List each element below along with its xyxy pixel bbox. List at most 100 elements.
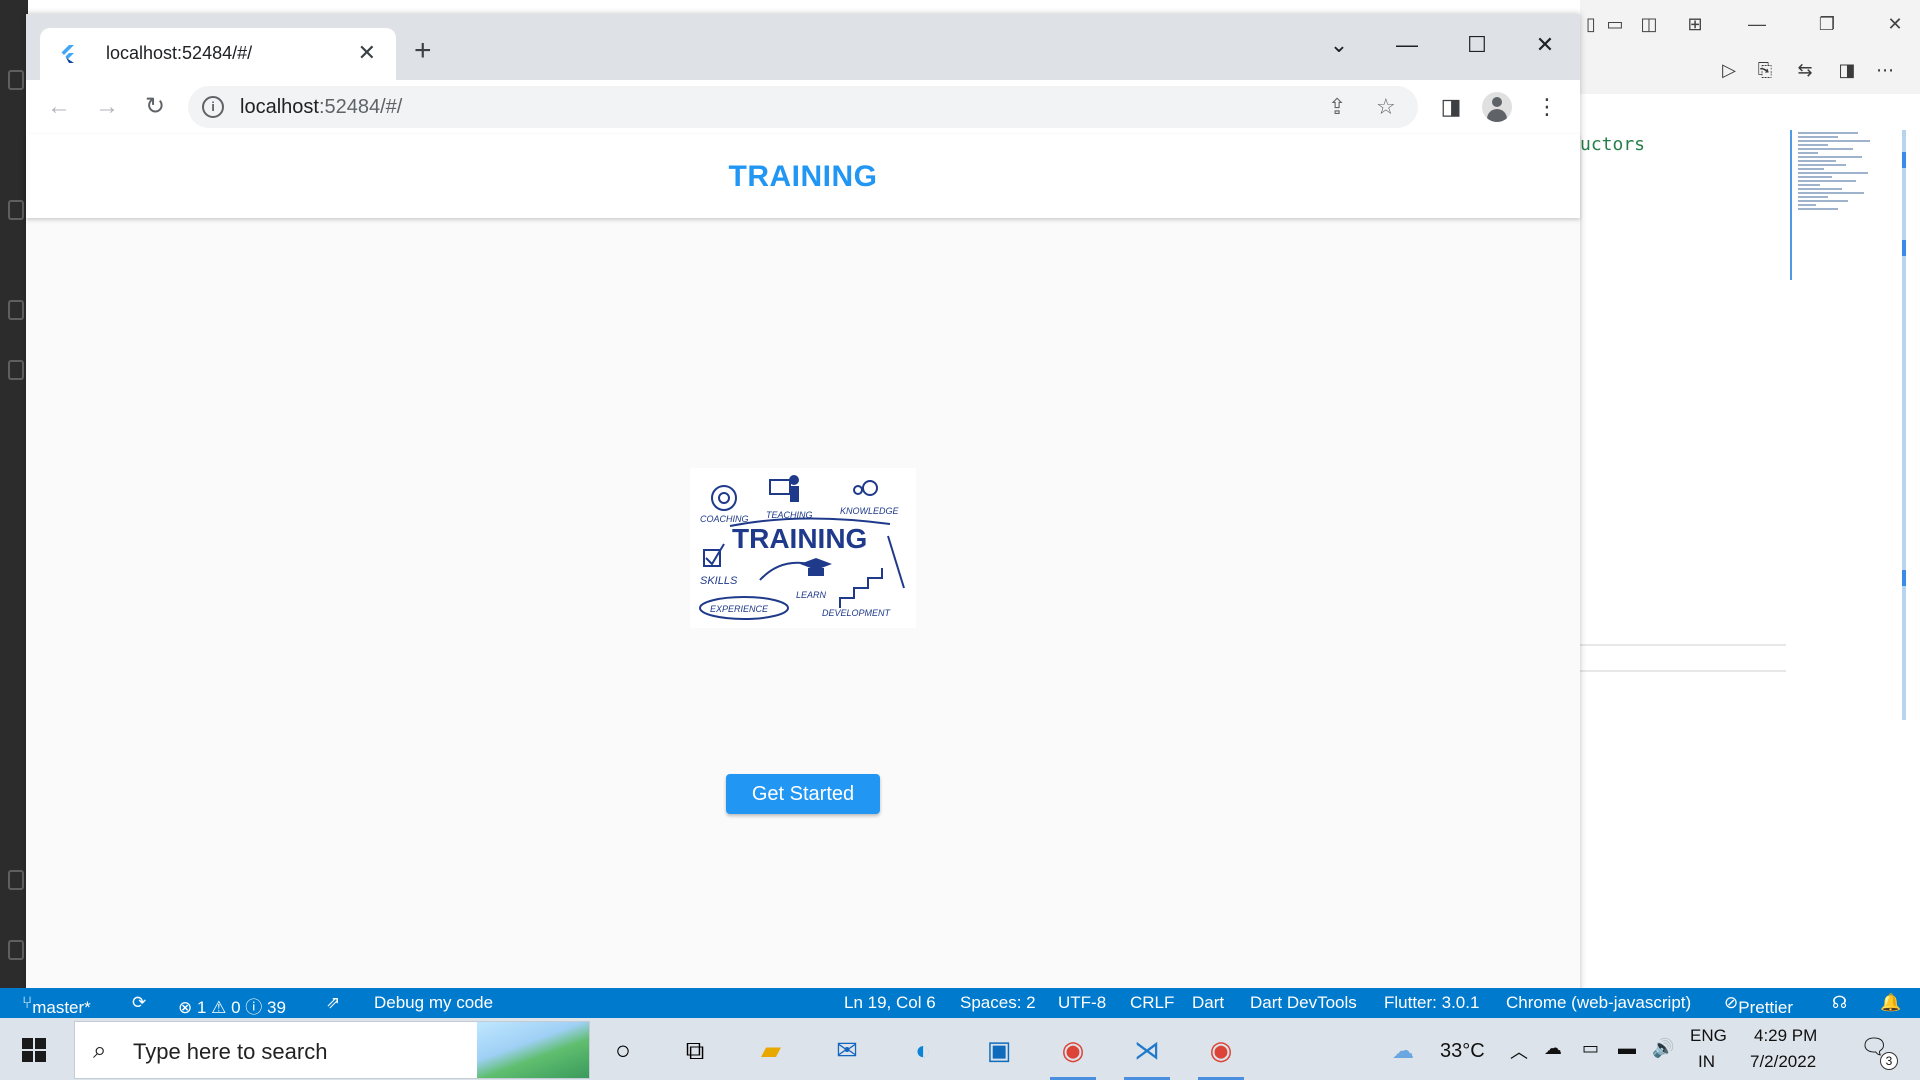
- chrome-icon[interactable]: ◉: [1198, 1028, 1244, 1080]
- mail-icon[interactable]: ✉: [824, 1028, 870, 1072]
- hero-title: TRAINING: [732, 523, 867, 554]
- knowledge-gear-icon: [862, 480, 878, 496]
- run-icon[interactable]: ▷: [1718, 58, 1740, 82]
- vscode-icon[interactable]: ⋊: [1124, 1028, 1170, 1080]
- branch-status[interactable]: ⑂ master*: [22, 993, 91, 1017]
- notification-count-badge: 3: [1880, 1052, 1898, 1070]
- close-icon[interactable]: ✕: [1528, 30, 1562, 60]
- dart-devtools[interactable]: Dart DevTools: [1250, 993, 1357, 1013]
- minimap[interactable]: [1790, 130, 1888, 280]
- address-bar[interactable]: i localhost:52484/#/ ⇪ ☆: [188, 86, 1418, 128]
- problems-status[interactable]: ⊗ 1 ⚠ 0 ⓘ 39: [178, 993, 286, 1018]
- weather-icon[interactable]: ☁: [1392, 1038, 1414, 1064]
- windows-taskbar: ⌕ Type here to search ○ ⧉ ▰ ✉ ◐ ▣ ◉ ⋊ ◉ …: [0, 1018, 1920, 1080]
- editor-scrollbar[interactable]: [1902, 130, 1906, 720]
- forward-button[interactable]: →: [92, 92, 122, 122]
- notifications-bell-icon[interactable]: 🔔: [1880, 993, 1901, 1013]
- site-info-icon[interactable]: i: [202, 96, 224, 118]
- flutter-version[interactable]: Flutter: 3.0.1: [1384, 993, 1479, 1013]
- clock-time[interactable]: 4:29 PM: [1754, 1026, 1817, 1046]
- edge-icon[interactable]: ◐: [900, 1028, 946, 1072]
- feedback-icon[interactable]: ☊: [1832, 993, 1847, 1013]
- new-tab-button[interactable]: +: [414, 36, 432, 66]
- weather-temp[interactable]: 33°C: [1440, 1040, 1485, 1063]
- onedrive-icon[interactable]: ☁: [1544, 1038, 1562, 1059]
- account-icon[interactable]: [8, 870, 24, 890]
- search-highlight-art: [477, 1022, 589, 1078]
- cortana-icon[interactable]: ○: [600, 1028, 646, 1072]
- split-editor-icon[interactable]: ◨: [1836, 58, 1858, 82]
- maximize-icon[interactable]: ☐: [1460, 30, 1494, 60]
- minimize-icon[interactable]: —: [1390, 30, 1424, 60]
- settings-gear-icon[interactable]: [8, 940, 24, 960]
- tab-close-icon[interactable]: ✕: [358, 40, 376, 66]
- chrome-dev-icon[interactable]: ◉: [1050, 1028, 1096, 1080]
- back-button[interactable]: ←: [44, 92, 74, 122]
- task-view-icon[interactable]: ⧉: [672, 1028, 718, 1072]
- restore-icon[interactable]: ❐: [1816, 13, 1838, 35]
- bookmark-star-icon[interactable]: ☆: [1376, 94, 1396, 120]
- flutter-icon: [61, 45, 74, 63]
- branch-name: master*: [32, 998, 91, 1017]
- share-icon[interactable]: ⇪: [1328, 94, 1346, 120]
- divider: [1580, 644, 1786, 646]
- clock-date[interactable]: 7/2/2022: [1750, 1052, 1816, 1072]
- cursor-position[interactable]: Ln 19, Col 6: [844, 993, 936, 1013]
- url-host: localhost: [240, 96, 319, 118]
- language-bottom[interactable]: IN: [1698, 1052, 1715, 1072]
- source-control-icon[interactable]: [8, 200, 24, 220]
- taskbar-search[interactable]: ⌕ Type here to search: [74, 1021, 590, 1079]
- line-ending[interactable]: CRLF: [1130, 993, 1174, 1013]
- more-actions-icon[interactable]: ⋯: [1874, 58, 1896, 82]
- vscode-activity-bar: [0, 0, 28, 988]
- remote-desktop-icon[interactable]: ▣: [976, 1028, 1022, 1072]
- close-icon[interactable]: ✕: [1884, 13, 1906, 35]
- browser-window: localhost:52484/#/ ✕ + ⌄ — ☐ ✕ ← → ↻ i l…: [26, 14, 1580, 994]
- live-share-icon[interactable]: ⇗: [326, 993, 340, 1013]
- encoding[interactable]: UTF-8: [1058, 993, 1106, 1013]
- side-panel-icon[interactable]: ◨: [1436, 92, 1466, 122]
- meet-icon[interactable]: ▭: [1582, 1038, 1599, 1059]
- debug-status[interactable]: Debug my code: [374, 993, 493, 1013]
- training-hero-image: COACHING TEACHING KNOWLEDGE TRAINING SKI…: [690, 468, 916, 628]
- prettier-status[interactable]: ⊘ Prettier: [1724, 993, 1793, 1017]
- indentation[interactable]: Spaces: 2: [960, 993, 1036, 1013]
- debug-icon[interactable]: [8, 300, 24, 320]
- sync-icon[interactable]: ⟳: [132, 993, 146, 1013]
- file-explorer-icon[interactable]: ▰: [748, 1028, 794, 1072]
- explorer-icon[interactable]: [8, 70, 24, 90]
- word-experience: EXPERIENCE: [710, 604, 769, 614]
- vscode-editor-actions: ▷ ⎘ ⇆ ◨ ⋯: [1580, 46, 1920, 95]
- menu-kebab-icon[interactable]: ⋮: [1532, 92, 1562, 122]
- reload-button[interactable]: ↻: [140, 92, 170, 122]
- show-hidden-icons[interactable]: ︿: [1510, 1038, 1528, 1064]
- layout-panel-icon[interactable]: ▭: [1604, 13, 1626, 35]
- language-mode[interactable]: Dart: [1192, 993, 1224, 1013]
- volume-icon[interactable]: 🔊: [1652, 1038, 1674, 1059]
- language-top[interactable]: ENG: [1690, 1026, 1727, 1046]
- customize-layout-icon[interactable]: ⊞: [1684, 13, 1706, 35]
- vscode-statusbar: ⑂ master* ⟳ ⊗ 1 ⚠ 0 ⓘ 39 ⇗ Debug my code…: [0, 988, 1920, 1018]
- word-learn: LEARN: [796, 590, 827, 600]
- divider: [1580, 670, 1786, 672]
- tab-search-icon[interactable]: ⌄: [1322, 30, 1356, 60]
- target-device[interactable]: Chrome (web-javascript): [1506, 993, 1691, 1013]
- extensions-icon[interactable]: [8, 360, 24, 380]
- device-icon[interactable]: ⎘: [1754, 58, 1776, 82]
- browser-tab[interactable]: localhost:52484/#/ ✕: [40, 28, 396, 80]
- profile-avatar-icon[interactable]: [1482, 92, 1512, 122]
- compare-icon[interactable]: ⇆: [1794, 58, 1816, 82]
- minimize-icon[interactable]: —: [1746, 13, 1768, 35]
- word-teaching: TEACHING: [766, 510, 813, 520]
- tab-title: localhost:52484/#/: [106, 43, 253, 63]
- layout-sidebar-icon[interactable]: ◫: [1638, 13, 1660, 35]
- address-url[interactable]: localhost:52484/#/: [240, 96, 402, 119]
- get-started-button[interactable]: Get Started: [726, 774, 880, 814]
- app-bar: TRAINING: [26, 134, 1580, 218]
- word-knowledge: KNOWLEDGE: [840, 506, 900, 516]
- battery-icon[interactable]: ▬: [1618, 1038, 1636, 1059]
- windows-start-icon[interactable]: [22, 1038, 46, 1062]
- layout-editor-icon[interactable]: ▯: [1580, 13, 1602, 35]
- search-placeholder: Type here to search: [133, 1039, 328, 1064]
- coaching-icon: [711, 485, 737, 511]
